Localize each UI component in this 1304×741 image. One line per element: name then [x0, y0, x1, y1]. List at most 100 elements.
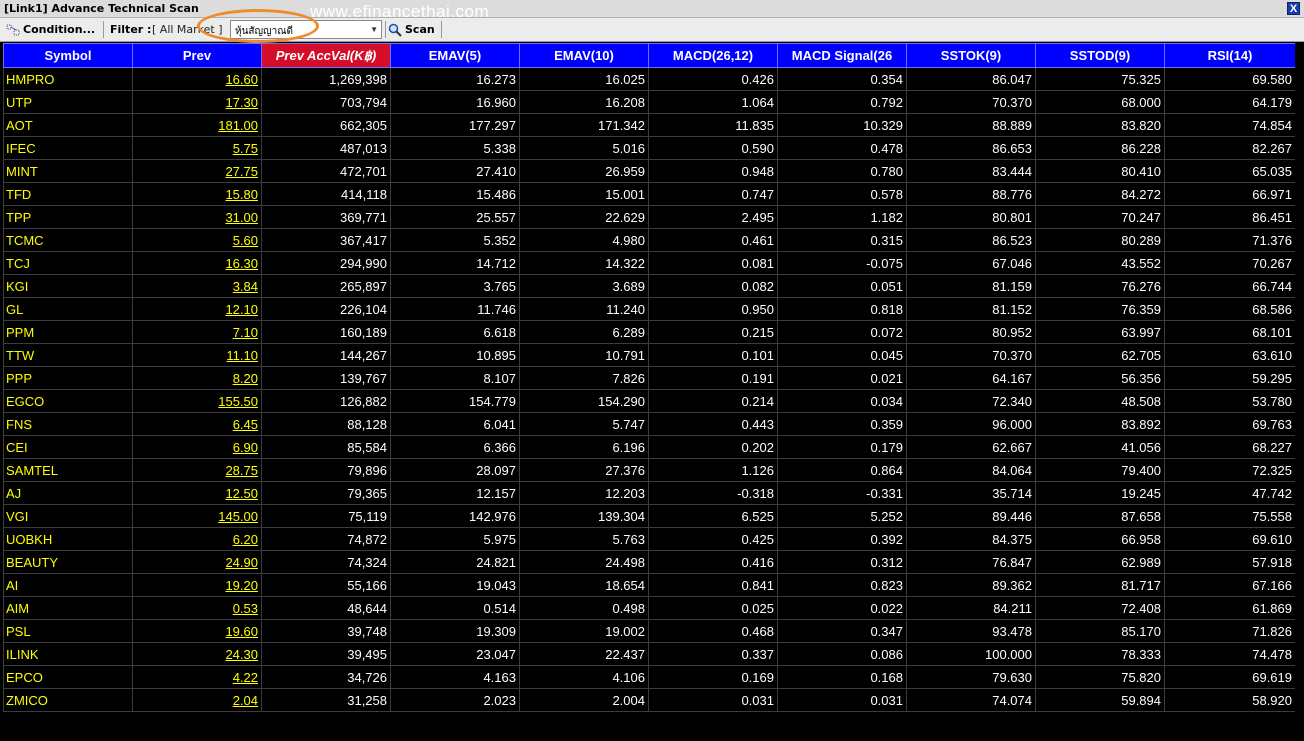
cell-emav5: 2.023: [390, 688, 520, 712]
table-row[interactable]: TFD 15.80 414,118 15.486 15.001 0.747 0.578 88.…: [3, 182, 1296, 206]
cell-prev[interactable]: 12.50: [132, 481, 262, 505]
cell-prev[interactable]: 17.30: [132, 90, 262, 114]
cell-prev[interactable]: 6.20: [132, 527, 262, 551]
table-row[interactable]: VGI 145.00 75,119 142.976 139.304 6.525 5.252 8…: [3, 504, 1296, 528]
cell-prev[interactable]: 24.90: [132, 550, 262, 574]
table-row[interactable]: PSL 19.60 39,748 19.309 19.002 0.468 0.347 93.4…: [3, 619, 1296, 643]
cell-prev[interactable]: 16.60: [132, 67, 262, 91]
cell-emav10: 24.498: [519, 550, 649, 574]
table-row[interactable]: KGI 3.84 265,897 3.765 3.689 0.082 0.051 81.159…: [3, 274, 1296, 298]
cell-prev[interactable]: 19.60: [132, 619, 262, 643]
table-row[interactable]: AI 19.20 55,166 19.043 18.654 0.841 0.823 89.36…: [3, 573, 1296, 597]
cell-sstok: 96.000: [906, 412, 1036, 436]
cell-emav5: 154.779: [390, 389, 520, 413]
cell-prev[interactable]: 8.20: [132, 366, 262, 390]
cell-prev-accval: 294,990: [261, 251, 391, 275]
table-row[interactable]: EGCO 155.50 126,882 154.779 154.290 0.214 0.03…: [3, 389, 1296, 413]
cell-prev[interactable]: 0.53: [132, 596, 262, 620]
column-header-emav5[interactable]: EMAV(5): [390, 43, 520, 68]
cell-macd-signal: 0.347: [777, 619, 907, 643]
cell-prev[interactable]: 6.45: [132, 412, 262, 436]
cell-emav10: 6.289: [519, 320, 649, 344]
cell-prev[interactable]: 27.75: [132, 159, 262, 183]
column-header-prev[interactable]: Prev: [132, 43, 262, 68]
cell-symbol: ILINK: [3, 642, 133, 666]
column-header-rsi[interactable]: RSI(14): [1164, 43, 1296, 68]
column-header-symbol[interactable]: Symbol: [3, 43, 133, 68]
cell-prev[interactable]: 155.50: [132, 389, 262, 413]
table-row[interactable]: GL 12.10 226,104 11.746 11.240 0.950 0.818 81.1…: [3, 297, 1296, 321]
cell-prev[interactable]: 28.75: [132, 458, 262, 482]
cell-rsi: 66.744: [1164, 274, 1296, 298]
cell-prev[interactable]: 5.60: [132, 228, 262, 252]
table-row[interactable]: ZMICO 2.04 31,258 2.023 2.004 0.031 0.031 74.07…: [3, 688, 1296, 712]
chevron-down-icon[interactable]: ▼: [370, 25, 378, 34]
scan-button[interactable]: Scan: [388, 20, 435, 39]
table-row[interactable]: HMPRO 16.60 1,269,398 16.273 16.025 0.426 0.35…: [3, 67, 1296, 91]
table-row[interactable]: PPM 7.10 160,189 6.618 6.289 0.215 0.072 80.952…: [3, 320, 1296, 344]
cell-prev[interactable]: 31.00: [132, 205, 262, 229]
cell-sstod: 84.272: [1035, 182, 1165, 206]
cell-prev[interactable]: 5.75: [132, 136, 262, 160]
close-button[interactable]: X: [1287, 2, 1300, 15]
cell-prev-accval: 74,872: [261, 527, 391, 551]
cell-prev[interactable]: 11.10: [132, 343, 262, 367]
cell-prev[interactable]: 16.30: [132, 251, 262, 275]
cell-prev[interactable]: 145.00: [132, 504, 262, 528]
table-row[interactable]: CEI 6.90 85,584 6.366 6.196 0.202 0.179 62.667 4…: [3, 435, 1296, 459]
cell-prev[interactable]: 15.80: [132, 182, 262, 206]
cell-prev-accval: 75,119: [261, 504, 391, 528]
cell-prev-accval: 414,118: [261, 182, 391, 206]
table-row[interactable]: IFEC 5.75 487,013 5.338 5.016 0.590 0.478 86.65…: [3, 136, 1296, 160]
table-row[interactable]: AOT 181.00 662,305 177.297 171.342 11.835 10.3…: [3, 113, 1296, 137]
table-row[interactable]: UTP 17.30 703,794 16.960 16.208 1.064 0.792 70.…: [3, 90, 1296, 114]
cell-prev[interactable]: 12.10: [132, 297, 262, 321]
cell-macd-signal: 0.818: [777, 297, 907, 321]
table-row[interactable]: UOBKH 6.20 74,872 5.975 5.763 0.425 0.392 84.37…: [3, 527, 1296, 551]
cell-sstod: 43.552: [1035, 251, 1165, 275]
column-header-sstok[interactable]: SSTOK(9): [906, 43, 1036, 68]
cell-emav5: 23.047: [390, 642, 520, 666]
cell-prev[interactable]: 2.04: [132, 688, 262, 712]
column-header-emav10[interactable]: EMAV(10): [519, 43, 649, 68]
cell-macd: 0.214: [648, 389, 778, 413]
column-header-macd[interactable]: MACD(26,12): [648, 43, 778, 68]
cell-sstod: 78.333: [1035, 642, 1165, 666]
cell-prev[interactable]: 7.10: [132, 320, 262, 344]
cell-sstod: 66.958: [1035, 527, 1165, 551]
cell-sstod: 87.658: [1035, 504, 1165, 528]
column-header-prev-accval[interactable]: Prev AccVal(K฿): [261, 43, 391, 68]
column-header-sstod[interactable]: SSTOD(9): [1035, 43, 1165, 68]
cell-prev[interactable]: 6.90: [132, 435, 262, 459]
cell-symbol: EPCO: [3, 665, 133, 689]
cell-sstok: 76.847: [906, 550, 1036, 574]
table-body: HMPRO 16.60 1,269,398 16.273 16.025 0.426 0.35…: [3, 67, 1296, 712]
column-header-macd-signal[interactable]: MACD Signal(26: [777, 43, 907, 68]
table-row[interactable]: TCJ 16.30 294,990 14.712 14.322 0.081 -0.075 67…: [3, 251, 1296, 275]
cell-prev[interactable]: 4.22: [132, 665, 262, 689]
cell-prev[interactable]: 181.00: [132, 113, 262, 137]
table-row[interactable]: TTW 11.10 144,267 10.895 10.791 0.101 0.045 70.…: [3, 343, 1296, 367]
table-row[interactable]: AIM 0.53 48,644 0.514 0.498 0.025 0.022 84.211 7…: [3, 596, 1296, 620]
cell-emav10: 4.980: [519, 228, 649, 252]
condition-button[interactable]: Condition...: [6, 20, 95, 39]
cell-macd: 0.590: [648, 136, 778, 160]
cell-prev[interactable]: 24.30: [132, 642, 262, 666]
cell-macd: -0.318: [648, 481, 778, 505]
cell-macd-signal: 0.034: [777, 389, 907, 413]
table-row[interactable]: PPP 8.20 139,767 8.107 7.826 0.191 0.021 64.167…: [3, 366, 1296, 390]
cell-sstok: 70.370: [906, 343, 1036, 367]
cell-prev[interactable]: 3.84: [132, 274, 262, 298]
table-row[interactable]: FNS 6.45 88,128 6.041 5.747 0.443 0.359 96.000 8…: [3, 412, 1296, 436]
table-row[interactable]: AJ 12.50 79,365 12.157 12.203 -0.318 -0.331 35.…: [3, 481, 1296, 505]
table-row[interactable]: MINT 27.75 472,701 27.410 26.959 0.948 0.780 83…: [3, 159, 1296, 183]
table-row[interactable]: ILINK 24.30 39,495 23.047 22.437 0.337 0.086 10…: [3, 642, 1296, 666]
table-row[interactable]: TPP 31.00 369,771 25.557 22.629 2.495 1.182 80.…: [3, 205, 1296, 229]
table-row[interactable]: SAMTEL 28.75 79,896 28.097 27.376 1.126 0.864 8…: [3, 458, 1296, 482]
cell-prev[interactable]: 19.20: [132, 573, 262, 597]
table-row[interactable]: TCMC 5.60 367,417 5.352 4.980 0.461 0.315 86.52…: [3, 228, 1296, 252]
table-row[interactable]: BEAUTY 24.90 74,324 24.821 24.498 0.416 0.312 7…: [3, 550, 1296, 574]
cell-sstod: 48.508: [1035, 389, 1165, 413]
cell-emav10: 139.304: [519, 504, 649, 528]
table-row[interactable]: EPCO 4.22 34,726 4.163 4.106 0.169 0.168 79.630…: [3, 665, 1296, 689]
